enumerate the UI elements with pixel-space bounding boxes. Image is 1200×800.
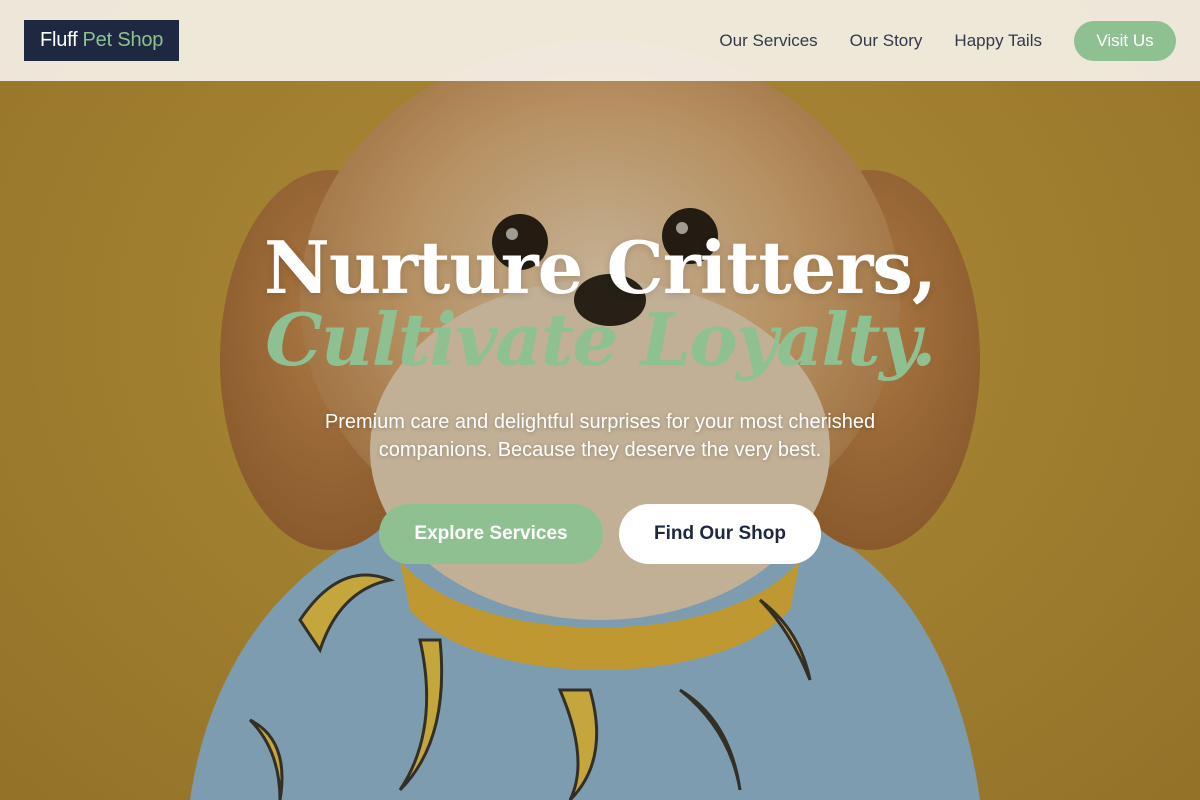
visit-us-button[interactable]: Visit Us [1074,20,1176,61]
hero-title-line1: Nurture Critters, [264,225,937,310]
explore-services-button[interactable]: Explore Services [379,504,603,564]
hero-content: Nurture Critters, Cultivate Loyalty. Pre… [0,230,1200,564]
hero-subtitle: Premium care and delightful surprises fo… [324,411,876,461]
nav-link-happy-tails[interactable]: Happy Tails [954,31,1042,51]
main-nav: Our Services Our Story Happy Tails [719,31,1042,51]
logo-text-fluff: Fluff [40,29,78,51]
find-our-shop-button[interactable]: Find Our Shop [619,504,821,564]
logo-text-pet-shop: Pet Shop [82,29,164,51]
hero-title-line2: Cultivate Loyalty. [265,297,936,382]
logo[interactable]: Fluff Pet Shop [24,20,180,61]
nav-link-our-story[interactable]: Our Story [850,31,923,51]
nav-link-our-services[interactable]: Our Services [719,31,817,51]
site-header: Fluff Pet Shop Our Services Our Story Ha… [0,0,1200,81]
hero-buttons: Explore Services Find Our Shop [0,504,1200,564]
